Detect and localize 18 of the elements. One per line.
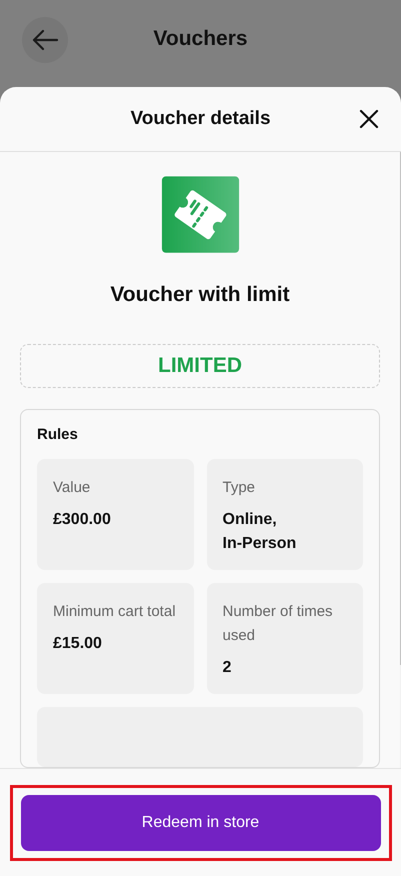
back-icon [31,28,59,50]
close-button[interactable] [357,107,381,131]
back-button[interactable] [22,16,68,62]
rule-label: Number of times used [222,602,334,646]
sheet-title: Voucher details [130,108,271,130]
rule-label: Minimum cart total [53,602,177,622]
redeem-button[interactable]: Redeem in store [20,794,380,850]
voucher-name: Voucher with limit [110,282,290,308]
page-title: Vouchers [153,27,248,51]
close-icon [357,107,381,131]
rule-label: Value [53,478,92,498]
rule-label: Type [222,478,256,498]
rules-title: Rules [37,426,79,443]
rule-value: £300.00 [53,510,112,530]
rule-value: £15.00 [53,634,103,654]
rule-value: Online, In-Person [222,510,298,554]
voucher-status: LIMITED [158,354,242,378]
rule-value: 2 [222,658,232,678]
